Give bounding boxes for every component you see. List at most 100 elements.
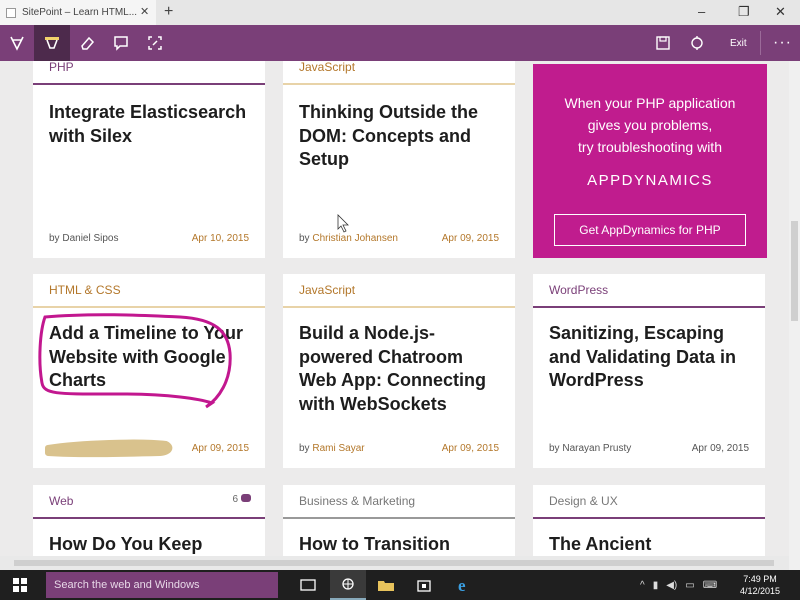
article-title[interactable]: Thinking Outside the DOM: Concepts and S…: [299, 101, 505, 172]
article-author[interactable]: Christian Johansen: [312, 233, 398, 244]
article-title[interactable]: Add a Timeline to Your Website with Goog…: [49, 322, 255, 393]
svg-text:e: e: [458, 576, 466, 594]
article-category[interactable]: JavaScript: [299, 283, 355, 297]
article-title[interactable]: Build a Node.js-powered Chatroom Web App…: [299, 322, 505, 416]
ad-cta-button[interactable]: Get AppDynamics for PHP: [554, 214, 746, 246]
close-tab-icon[interactable]: ✕: [140, 5, 149, 18]
category-rule: [33, 83, 265, 85]
article-date: Apr 10, 2015: [191, 233, 249, 244]
article-author[interactable]: Daniel Sipos: [62, 233, 118, 244]
action-center-icon[interactable]: ▭: [685, 580, 694, 591]
taskbar-search[interactable]: Search the web and Windows: [46, 572, 278, 598]
article-title[interactable]: How Do You Keep: [49, 533, 255, 557]
horizontal-scroll-thumb[interactable]: [14, 560, 774, 566]
article-category[interactable]: Web: [49, 494, 73, 508]
article-title[interactable]: Integrate Elasticsearch with Silex: [49, 101, 255, 148]
article-date: Apr 09, 2015: [691, 443, 749, 454]
tab-title: SitePoint – Learn HTML...: [22, 7, 138, 18]
task-view-icon: [300, 579, 316, 591]
article-card[interactable]: PHP Integrate Elasticsearch with Silex b…: [33, 61, 265, 258]
comment-bubble-icon: [241, 494, 251, 502]
share-button[interactable]: [682, 25, 712, 61]
clip-icon: [148, 36, 162, 50]
article-category[interactable]: Design & UX: [549, 494, 618, 508]
taskbar: Search the web and Windows e ^ ▮ ◀) ▭ ⌨ …: [0, 570, 800, 600]
pen-icon: [10, 36, 24, 51]
byline-prefix: by: [549, 443, 560, 454]
category-rule: [533, 306, 765, 308]
article-title[interactable]: How to Transition: [299, 533, 505, 557]
maximize-button[interactable]: ❐: [738, 4, 750, 20]
article-card[interactable]: JavaScript Thinking Outside the DOM: Con…: [283, 61, 515, 258]
ad-brand-logo: APPDYNAMICS: [587, 172, 713, 189]
article-category[interactable]: WordPress: [549, 283, 608, 297]
article-category[interactable]: HTML & CSS: [49, 283, 121, 297]
browser-tab[interactable]: SitePoint – Learn HTML... ✕: [0, 0, 156, 25]
close-window-button[interactable]: ✕: [775, 4, 786, 20]
globe-icon: [342, 578, 354, 590]
article-byline: by Rami Sayar: [299, 443, 365, 454]
taskbar-clock[interactable]: 7:49 PM 4/12/2015: [735, 573, 785, 597]
article-date: Apr 09, 2015: [441, 443, 499, 454]
share-icon: [691, 36, 703, 50]
article-category[interactable]: JavaScript: [299, 61, 355, 74]
article-card[interactable]: JavaScript Build a Node.js-powered Chatr…: [283, 274, 515, 468]
byline-prefix: by: [299, 443, 310, 454]
keyboard-icon[interactable]: ⌨: [703, 580, 717, 591]
clip-button[interactable]: [138, 25, 172, 61]
vertical-scroll-thumb[interactable]: [791, 221, 798, 321]
save-icon: [656, 36, 670, 50]
byline-prefix: by: [299, 233, 310, 244]
more-button[interactable]: ···: [773, 34, 792, 52]
browser-taskbar-button[interactable]: [330, 570, 366, 600]
save-button[interactable]: [648, 25, 678, 61]
internet-explorer-icon: e: [458, 576, 466, 594]
page-content: PHP Integrate Elasticsearch with Silex b…: [0, 61, 800, 570]
article-byline: by Daniel Sipos: [49, 233, 119, 244]
article-byline: by Narayan Prusty: [549, 443, 631, 454]
tray-chevron-icon[interactable]: ^: [640, 580, 645, 591]
note-icon: [114, 36, 128, 51]
start-button[interactable]: [0, 570, 40, 600]
network-icon[interactable]: ▮: [653, 580, 659, 591]
internet-explorer-button[interactable]: e: [446, 570, 482, 600]
horizontal-scrollbar[interactable]: [0, 556, 789, 570]
comment-count-value: 6: [232, 494, 238, 505]
note-button[interactable]: [104, 25, 138, 61]
exit-button[interactable]: Exit: [730, 38, 747, 49]
clock-time: 7:49 PM: [743, 574, 777, 584]
article-card[interactable]: WordPress Sanitizing, Escaping and Valid…: [533, 274, 765, 468]
article-author[interactable]: Rami Sayar: [312, 443, 364, 454]
file-explorer-button[interactable]: [368, 570, 404, 600]
comment-count[interactable]: 6: [232, 494, 251, 505]
sponsor-ad[interactable]: When your PHP application gives you prob…: [533, 64, 767, 258]
vertical-scrollbar[interactable]: [789, 61, 800, 570]
task-view-button[interactable]: [290, 570, 326, 600]
search-placeholder: Search the web and Windows: [54, 579, 200, 591]
eraser-icon: [81, 36, 95, 50]
folder-icon: [378, 581, 394, 591]
favicon-icon: [6, 8, 16, 18]
volume-icon[interactable]: ◀): [666, 580, 677, 591]
article-title[interactable]: The Ancient: [549, 533, 755, 557]
new-tab-button[interactable]: +: [164, 3, 173, 21]
pen-button[interactable]: [0, 25, 34, 61]
article-card[interactable]: HTML & CSS Add a Timeline to Your Websit…: [33, 274, 265, 468]
tab-bar: SitePoint – Learn HTML... ✕ + – ❐ ✕: [0, 0, 800, 25]
article-author[interactable]: Narayan Prusty: [562, 443, 631, 454]
category-rule: [283, 306, 515, 308]
article-category[interactable]: PHP: [49, 61, 74, 74]
article-date: Apr 09, 2015: [191, 443, 249, 454]
minimize-button[interactable]: –: [698, 4, 705, 19]
article-title[interactable]: Sanitizing, Escaping and Validating Data…: [549, 322, 755, 393]
ad-copy-line: gives you problems,: [587, 117, 713, 133]
ad-copy-line: try troubleshooting with: [578, 139, 722, 155]
store-button[interactable]: [406, 570, 442, 600]
article-byline: by Christian Johansen: [299, 233, 398, 244]
highlighter-button[interactable]: [34, 25, 70, 61]
clock-date: 4/12/2015: [739, 586, 781, 596]
ad-copy: When your PHP application gives you prob…: [533, 92, 767, 158]
inking-toolbar: Exit ···: [0, 25, 800, 61]
article-category[interactable]: Business & Marketing: [299, 494, 415, 508]
eraser-button[interactable]: [70, 25, 104, 61]
